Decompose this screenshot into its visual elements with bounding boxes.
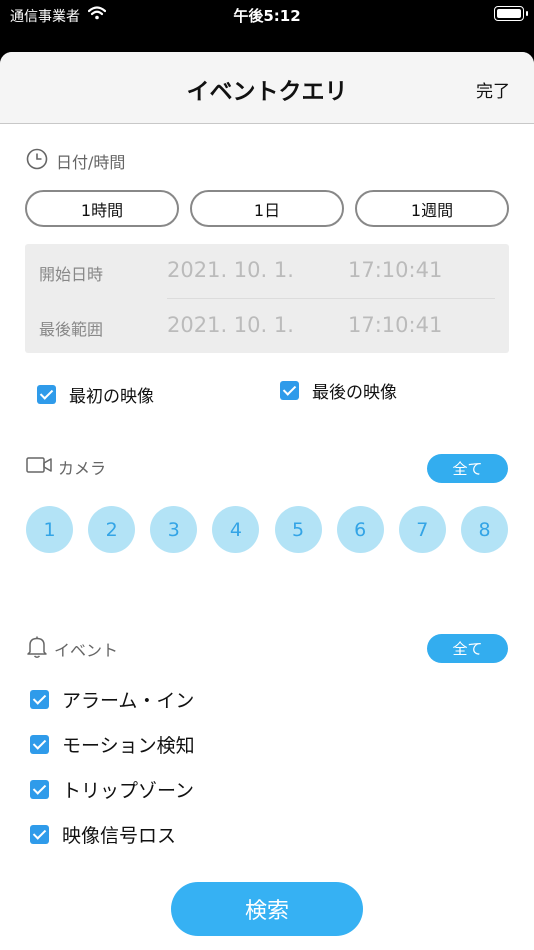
camera-channel-4[interactable]: 4 — [212, 506, 260, 553]
event-section-label: イベント — [54, 641, 119, 660]
last-image-checkbox[interactable]: 最後の映像 — [280, 378, 397, 403]
clock-icon — [26, 148, 48, 174]
end-time-field[interactable]: 17:10:41 — [348, 313, 442, 337]
event-alarm-in-label: アラーム・イン — [62, 690, 195, 712]
range-1day-button[interactable]: 1日 — [190, 190, 344, 227]
camera-channel-7[interactable]: 7 — [398, 506, 446, 553]
event-trip-zone-checkbox[interactable]: トリップゾーン — [30, 776, 194, 803]
datetime-section-label: 日付/時間 — [56, 153, 126, 172]
status-bar: 通信事業者 午後5:12 — [0, 0, 534, 30]
page-title: イベントクエリ — [186, 79, 348, 105]
checkbox-checked-icon — [30, 735, 49, 754]
camera-section-header: カメラ — [26, 455, 106, 479]
first-image-label: 最初の映像 — [69, 387, 154, 407]
event-motion-detection-label: モーション検知 — [62, 735, 195, 757]
checkbox-checked-icon — [30, 690, 49, 709]
checkbox-checked-icon — [30, 825, 49, 844]
camera-channel-list: 1 2 3 4 5 6 7 8 — [26, 506, 508, 553]
event-video-loss-checkbox[interactable]: 映像信号ロス — [30, 821, 176, 848]
battery-icon — [494, 6, 528, 21]
date-range-box: 開始日時 2021. 10. 1. 17:10:41 最後範囲 2021. 10… — [25, 244, 509, 353]
camera-icon — [26, 456, 52, 478]
done-button[interactable]: 完了 — [476, 77, 510, 102]
event-alarm-in-checkbox[interactable]: アラーム・イン — [30, 686, 194, 713]
end-datetime-row[interactable]: 最後範囲 2021. 10. 1. 17:10:41 — [25, 299, 509, 353]
start-date-field[interactable]: 2021. 10. 1. — [167, 258, 294, 282]
last-image-label: 最後の映像 — [312, 383, 397, 403]
camera-channel-5[interactable]: 5 — [274, 506, 322, 553]
event-trip-zone-label: トリップゾーン — [62, 780, 195, 802]
camera-channel-8[interactable]: 8 — [460, 506, 508, 553]
event-motion-detection-checkbox[interactable]: モーション検知 — [30, 731, 195, 758]
start-time-field[interactable]: 17:10:41 — [348, 258, 442, 282]
nav-bar: イベントクエリ 完了 — [0, 52, 534, 124]
range-button-group: 1時間 1日 1週間 — [25, 190, 509, 227]
end-date-field[interactable]: 2021. 10. 1. — [167, 313, 294, 337]
search-button[interactable]: 検索 — [171, 882, 363, 936]
camera-channel-1[interactable]: 1 — [26, 506, 73, 553]
end-label: 最後範囲 — [39, 320, 104, 339]
first-image-checkbox[interactable]: 最初の映像 — [37, 382, 154, 407]
checkbox-checked-icon — [37, 385, 56, 404]
bell-icon — [26, 635, 48, 663]
camera-channel-6[interactable]: 6 — [336, 506, 384, 553]
range-1hour-button[interactable]: 1時間 — [25, 190, 179, 227]
event-query-sheet: イベントクエリ 完了 日付/時間 1時間 1日 1週間 開始日時 2021. 1… — [0, 52, 534, 950]
checkbox-checked-icon — [30, 780, 49, 799]
event-select-all-button[interactable]: 全て — [427, 634, 508, 663]
camera-channel-3[interactable]: 3 — [150, 506, 198, 553]
event-section-header: イベント — [26, 635, 118, 663]
range-1week-button[interactable]: 1週間 — [355, 190, 509, 227]
camera-select-all-button[interactable]: 全て — [427, 454, 508, 483]
checkbox-checked-icon — [280, 381, 299, 400]
event-video-loss-label: 映像信号ロス — [62, 825, 177, 847]
clock: 午後5:12 — [233, 7, 301, 25]
datetime-section-header: 日付/時間 — [26, 148, 125, 174]
start-label: 開始日時 — [39, 265, 104, 284]
camera-channel-2[interactable]: 2 — [88, 506, 136, 553]
start-datetime-row[interactable]: 開始日時 2021. 10. 1. 17:10:41 — [25, 244, 509, 298]
camera-section-label: カメラ — [58, 459, 107, 478]
